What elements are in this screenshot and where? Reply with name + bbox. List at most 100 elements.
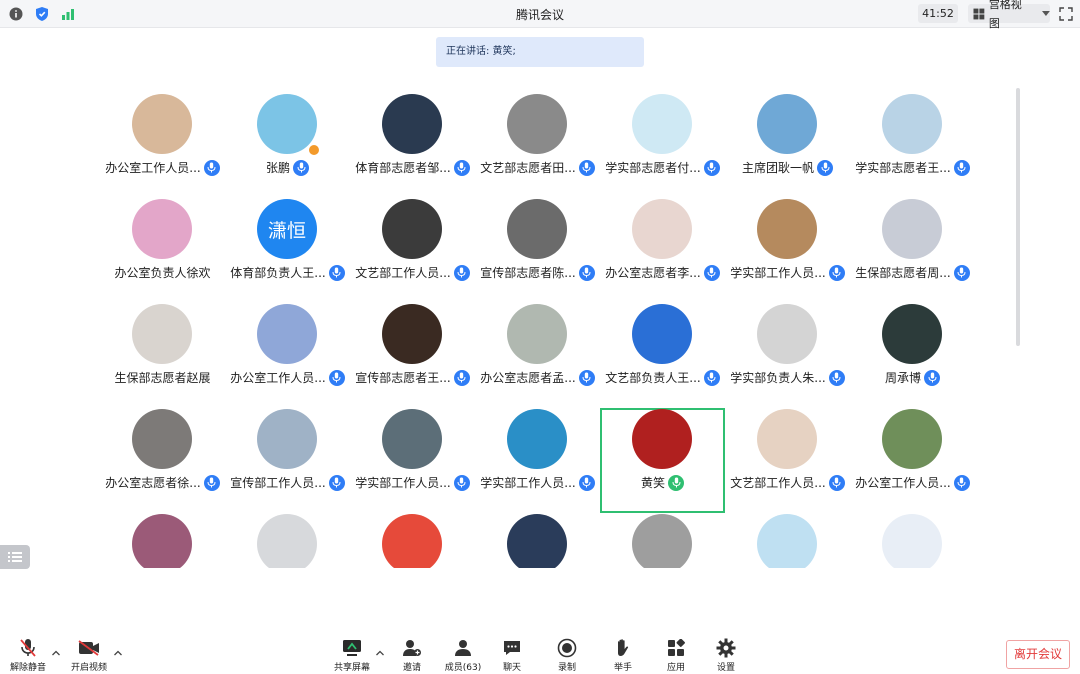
avatar — [257, 94, 317, 154]
mic-on-icon — [453, 474, 470, 491]
unmute-button[interactable]: 解除静音 — [2, 638, 54, 673]
avatar — [632, 409, 692, 469]
avatar — [132, 199, 192, 259]
fullscreen-icon[interactable] — [1056, 4, 1076, 24]
participant-tile[interactable]: 办公室工作人员... — [850, 408, 975, 513]
meeting-window: 腾讯会议 41:52 宫格视图 正在讲话: 黄笑; 办公室工作人员... 张鹏 体育… — [0, 0, 1080, 674]
avatar — [882, 304, 942, 364]
participant-tile[interactable]: 办公室工作人员... — [100, 93, 225, 198]
participant-tile[interactable]: 学实部工作人员... — [475, 408, 600, 513]
participant-tile[interactable]: 潇恒 体育部负责人王... — [225, 198, 350, 303]
chat-button[interactable]: 聊天 — [486, 638, 538, 673]
participant-tile[interactable]: 办公室志愿者李... — [600, 198, 725, 303]
participant-name-row: 办公室志愿者孟... — [475, 369, 600, 386]
participant-tile[interactable]: 文艺部工作人员... — [725, 408, 850, 513]
side-panel-toggle[interactable] — [0, 545, 30, 569]
participant-tile[interactable]: 主席团耿一帆 — [725, 93, 850, 198]
participant-name: 生保部志愿者周... — [855, 266, 951, 280]
participant-tile[interactable] — [225, 513, 350, 568]
participant-tile[interactable]: 文艺部工作人员... — [350, 198, 475, 303]
avatar — [632, 199, 692, 259]
participant-tile[interactable]: 宣传部志愿者王... — [350, 303, 475, 408]
participant-name-row: 办公室工作人员... — [100, 159, 225, 176]
participant-tile[interactable]: 学实部负责人朱... — [725, 303, 850, 408]
participant-name-row: 张鹏 — [225, 159, 350, 176]
members-button[interactable]: 成员(63) — [437, 638, 489, 673]
avatar — [632, 304, 692, 364]
participant-tile[interactable]: 办公室志愿者孟... — [475, 303, 600, 408]
participant-tile[interactable]: 宣传部工作人员... — [225, 408, 350, 513]
participant-tile[interactable]: 生保部志愿者周... — [850, 198, 975, 303]
participant-tile[interactable]: 文艺部负责人王... — [600, 303, 725, 408]
mic-on-icon — [828, 264, 845, 281]
start-video-button[interactable]: 开启视频 — [63, 638, 115, 673]
participant-name-row: 文艺部工作人员... — [725, 474, 850, 491]
participant-name-row: 生保部志愿者周... — [850, 264, 975, 281]
members-icon — [437, 638, 489, 658]
participant-name-row: 办公室工作人员... — [225, 369, 350, 386]
participant-tile[interactable] — [475, 513, 600, 568]
mic-on-icon — [328, 264, 345, 281]
participant-tile[interactable]: 办公室负责人徐欢 — [100, 198, 225, 303]
participant-name-row: 学实部工作人员... — [475, 474, 600, 491]
participant-tile[interactable]: 宣传部志愿者陈... — [475, 198, 600, 303]
host-badge-icon — [308, 144, 320, 156]
apps-button[interactable]: 应用 — [650, 638, 702, 673]
avatar — [257, 304, 317, 364]
leave-meeting-button[interactable]: 离开会议 — [1006, 640, 1070, 669]
participant-name-row: 宣传部工作人员... — [225, 474, 350, 491]
participant-name: 文艺部工作人员... — [355, 266, 451, 280]
participant-name-row: 主席团耿一帆 — [725, 159, 850, 176]
mic-on-icon — [828, 369, 845, 386]
raise-hand-button[interactable]: 举手 — [597, 638, 649, 673]
mic-on-icon — [953, 264, 970, 281]
share-screen-button[interactable]: 共享屏幕 — [326, 638, 378, 673]
view-mode-selector[interactable]: 宫格视图 — [968, 0, 1050, 30]
participant-tile[interactable]: 生保部志愿者赵展 — [100, 303, 225, 408]
participant-tile[interactable]: 黄笑 — [600, 408, 725, 513]
participant-name-row: 宣传部志愿者王... — [350, 369, 475, 386]
speaking-banner: 正在讲话: 黄笑; — [436, 37, 644, 67]
start-video-label: 开启视频 — [70, 663, 107, 673]
participant-tile[interactable]: 办公室工作人员... — [225, 303, 350, 408]
avatar — [757, 514, 817, 568]
audio-options-caret-icon[interactable] — [51, 648, 61, 658]
share-options-caret-icon[interactable] — [375, 648, 385, 658]
video-options-caret-icon[interactable] — [113, 648, 123, 658]
grid-scrollbar[interactable] — [1016, 88, 1020, 346]
participant-tile[interactable] — [600, 513, 725, 568]
apps-icon — [650, 638, 702, 658]
avatar — [757, 409, 817, 469]
participant-name: 周承博 — [884, 371, 921, 385]
participant-tile[interactable] — [725, 513, 850, 568]
participant-name: 办公室工作人员... — [855, 476, 951, 490]
participant-tile[interactable]: 办公室志愿者徐... — [100, 408, 225, 513]
participant-name: 办公室负责人徐欢 — [114, 266, 211, 280]
invite-button[interactable]: 邀请 — [386, 638, 438, 673]
participant-name: 文艺部工作人员... — [730, 476, 826, 490]
avatar — [507, 409, 567, 469]
mic-on-icon — [578, 159, 595, 176]
participant-tile[interactable]: 体育部志愿者邹... — [350, 93, 475, 198]
participant-name: 办公室志愿者孟... — [480, 371, 576, 385]
participant-tile[interactable] — [100, 513, 225, 568]
avatar — [507, 514, 567, 568]
record-button[interactable]: 录制 — [541, 638, 593, 673]
participant-tile[interactable]: 周承博 — [850, 303, 975, 408]
participant-name-row: 周承博 — [850, 369, 975, 386]
participant-tile[interactable]: 学实部工作人员... — [725, 198, 850, 303]
participant-name: 学实部工作人员... — [480, 476, 576, 490]
participant-tile[interactable]: 张鹏 — [225, 93, 350, 198]
participant-tile[interactable]: 学实部工作人员... — [350, 408, 475, 513]
settings-button[interactable]: 设置 — [700, 638, 752, 673]
participant-tile[interactable] — [350, 513, 475, 568]
participant-tile[interactable]: 学实部志愿者付... — [600, 93, 725, 198]
avatar — [882, 199, 942, 259]
avatar — [632, 94, 692, 154]
participant-tile[interactable]: 文艺部志愿者田... — [475, 93, 600, 198]
participant-tile[interactable] — [850, 513, 975, 568]
avatar — [132, 514, 192, 568]
grid-view-icon — [973, 8, 985, 19]
mic-on-icon — [453, 369, 470, 386]
participant-tile[interactable]: 学实部志愿者王... — [850, 93, 975, 198]
